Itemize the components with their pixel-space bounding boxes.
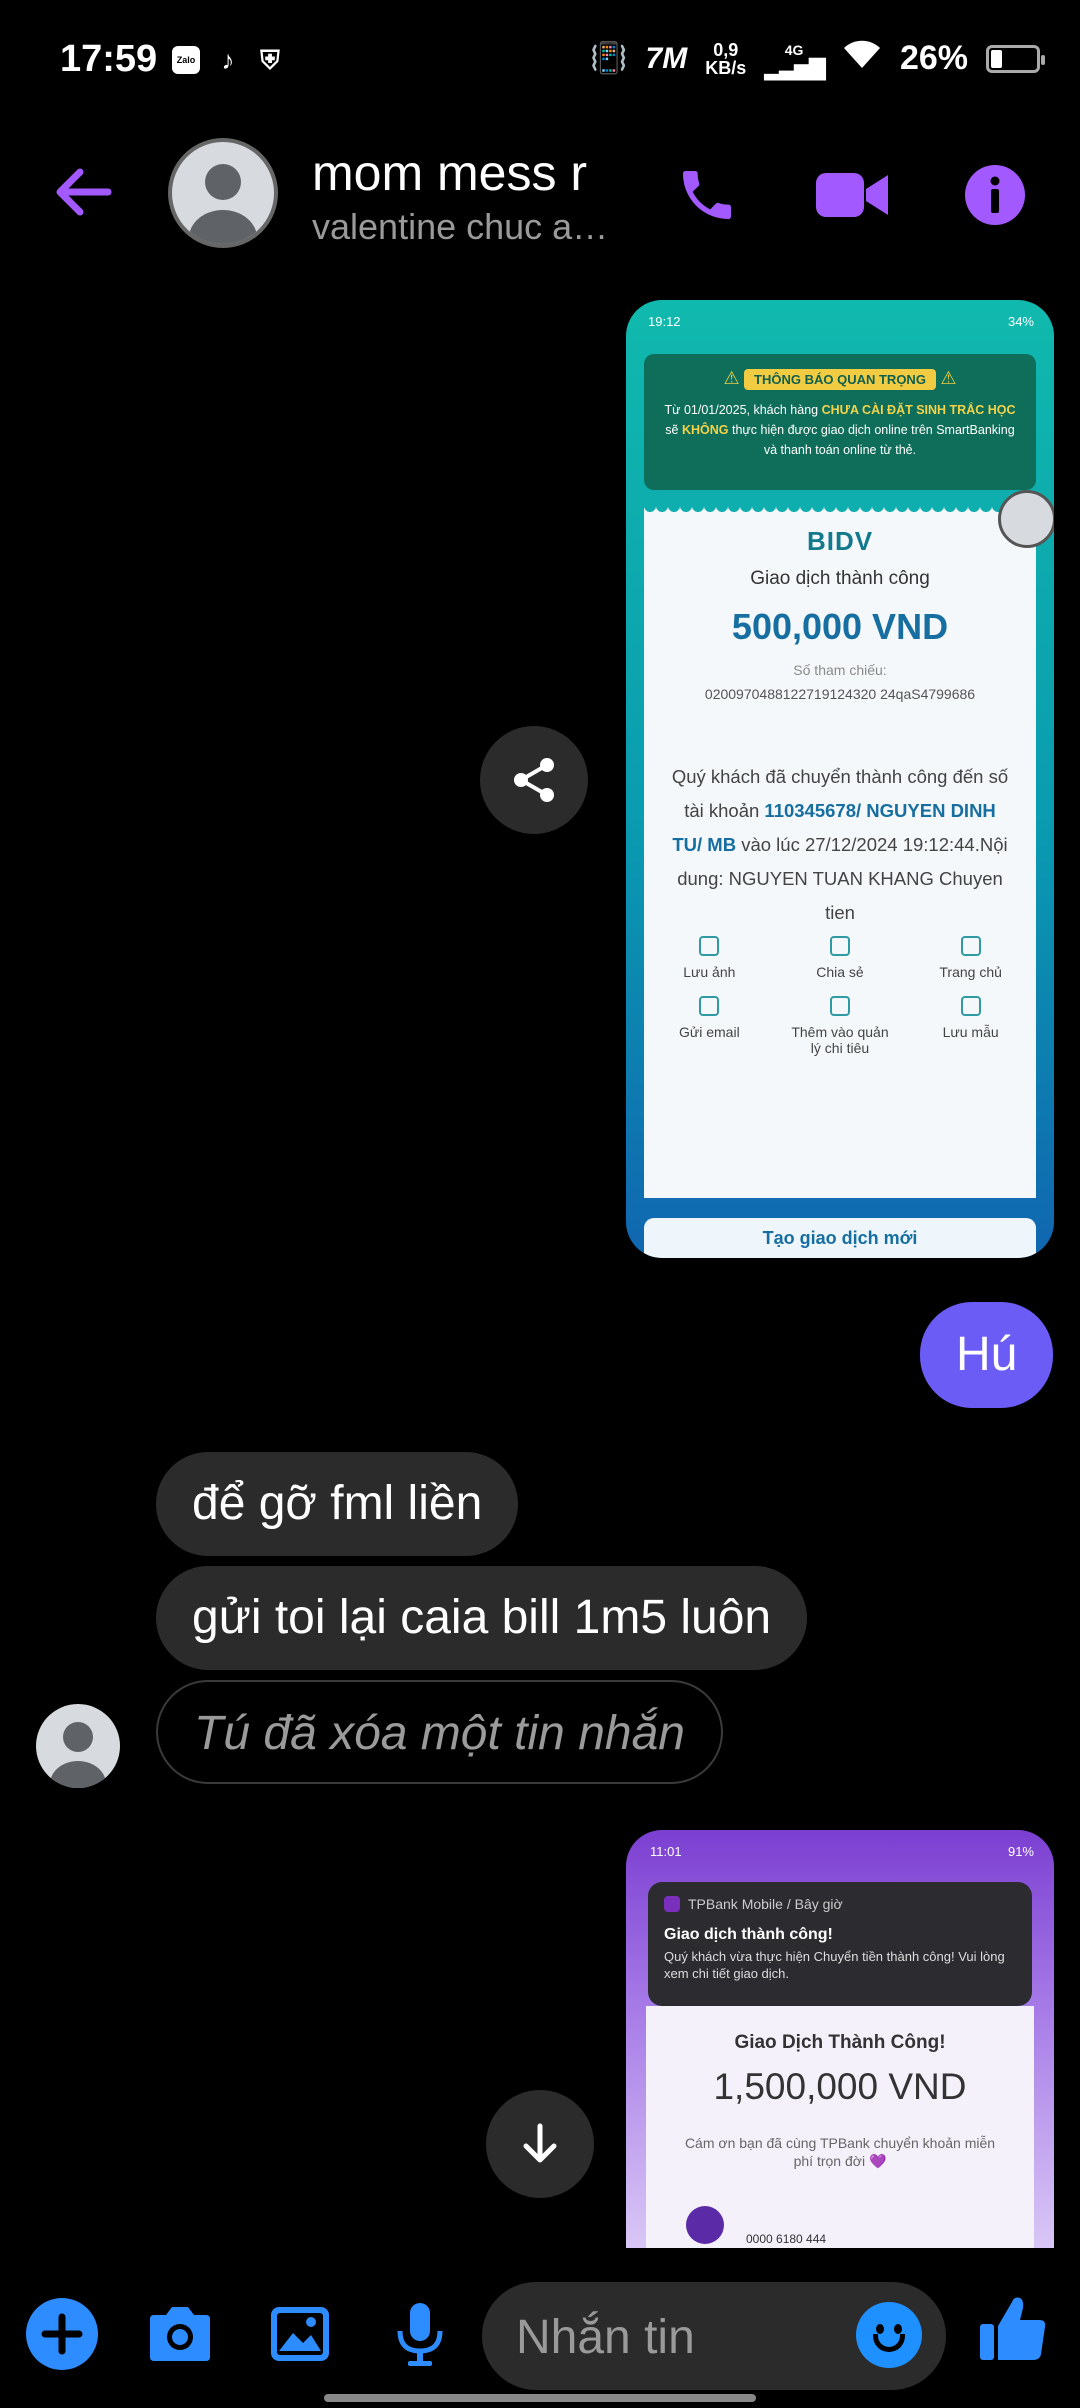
shot1-new-transaction: Tạo giao dịch mới xyxy=(644,1218,1036,1258)
shot1-success-text: Giao dịch thành công xyxy=(750,568,930,589)
back-button[interactable] xyxy=(52,160,116,224)
message-input-placeholder: Nhắn tin xyxy=(516,2311,695,2364)
video-call-button[interactable] xyxy=(812,160,892,230)
contact-name[interactable]: mom mess r xyxy=(312,144,587,202)
shot1-action: Lưu mẫu xyxy=(916,996,1026,1056)
shot1-actions-row1: Lưu ảnh Chia sẻ Trang chủ xyxy=(644,936,1036,980)
share-icon xyxy=(514,758,554,802)
email-icon xyxy=(699,996,720,1016)
shot1-description: Quý khách đã chuyển thành công đến số tà… xyxy=(671,766,1009,923)
voice-call-button[interactable] xyxy=(672,160,742,230)
shot1-actions-row2: Gửi email Thêm vào quản lý chi tiêu Lưu … xyxy=(644,996,1036,1056)
shot1-amount: 500,000 VND xyxy=(731,606,949,647)
clipboard-icon xyxy=(829,996,850,1016)
signal-icon: 4G ▂▃▅▇ xyxy=(764,41,826,80)
info-button[interactable] xyxy=(960,160,1030,230)
contact-subtitle: valentine chuc a… xyxy=(312,206,609,247)
battery-percent: 26% xyxy=(899,39,968,77)
warning-icon: ⚠ xyxy=(723,368,740,388)
save-image-icon xyxy=(699,936,720,956)
tpbank-app-icon xyxy=(664,1896,680,1912)
message-composer: Nhắn tin xyxy=(0,2268,1080,2408)
shot2-account: 0000 6180 444 xyxy=(746,2232,827,2246)
status-app-icons: Zalo ♪ ⛨ xyxy=(172,46,284,74)
smiley-icon xyxy=(873,2334,905,2352)
status-bar: 17:59 Zalo ♪ ⛨ 📳 7M 0,9 KB/s 4G ▂▃▅▇ 26% xyxy=(0,0,1080,130)
status-time: 17:59 xyxy=(60,38,158,80)
shot2-amount: 1,500,000 VND xyxy=(713,2066,967,2107)
microphone-icon xyxy=(397,2303,443,2366)
battery-icon xyxy=(986,44,1045,73)
wifi-icon xyxy=(842,38,882,79)
gallery-button[interactable] xyxy=(260,2294,340,2374)
shot1-action: Chia sẻ xyxy=(785,936,895,980)
share-icon xyxy=(829,936,850,956)
sender-avatar[interactable] xyxy=(36,1704,120,1788)
default-avatar-icon xyxy=(189,164,257,244)
home-icon xyxy=(960,936,981,956)
shot1-ref: 0200970488122719124320 24qaS4799686 xyxy=(704,686,976,702)
emoji-button[interactable] xyxy=(856,2302,922,2368)
like-button[interactable] xyxy=(968,2284,1058,2374)
shot1-action: Lưu ảnh xyxy=(654,936,764,980)
shot1-action: Trang chủ xyxy=(916,936,1026,980)
add-button[interactable] xyxy=(22,2294,102,2374)
shot2-receipt: Giao Dịch Thành Công! 1,500,000 VND Cám … xyxy=(646,2006,1034,2248)
chat-head-icon xyxy=(998,490,1054,548)
image-icon xyxy=(271,2307,329,2361)
warning-icon: ⚠ xyxy=(940,368,957,388)
shot1-ref-label: Số tham chiếu: xyxy=(793,662,887,678)
zalo-icon: Zalo xyxy=(172,46,200,74)
shot1-action: Thêm vào quản lý chi tiêu xyxy=(785,996,895,1056)
bidv-logo: BIDV xyxy=(806,526,874,556)
image-message-tpbank-receipt[interactable]: 11:01 91% Giao Dịch Thành Công! 1,500,00… xyxy=(626,1830,1054,2248)
scroll-to-bottom-button[interactable] xyxy=(486,2090,594,2198)
shot2-title: Giao Dịch Thành Công! xyxy=(734,2032,946,2053)
net-speed: 0,9 KB/s xyxy=(705,39,747,78)
default-avatar-icon xyxy=(50,1722,106,1788)
info-icon xyxy=(965,165,1025,225)
shot1-notice-banner: ⚠ THÔNG BÁO QUAN TRỌNG ⚠ Từ 01/01/2025, … xyxy=(644,354,1036,490)
voice-record-button[interactable] xyxy=(380,2294,460,2374)
shield-icon: ⛨ xyxy=(260,45,280,75)
sent-message[interactable]: Hú xyxy=(920,1302,1054,1408)
carrier-icon: 7M xyxy=(645,41,688,75)
shot2-notification: TPBank Mobile / Bây giờ Giao dịch thành … xyxy=(648,1882,1032,2006)
tpbank-logo-icon xyxy=(686,2206,724,2244)
back-arrow-icon xyxy=(56,168,112,216)
vibrate-icon: 📳 xyxy=(590,42,628,75)
shot1-action: Gửi email xyxy=(654,996,764,1056)
deleted-message[interactable]: Tú đã xóa một tin nhắn xyxy=(156,1680,723,1784)
status-right: 📳 7M 0,9 KB/s 4G ▂▃▅▇ 26% xyxy=(590,38,1045,80)
received-message[interactable]: để gỡ fml liền xyxy=(156,1452,519,1556)
conversation-header: mom mess r valentine chuc a… xyxy=(0,130,1080,260)
shot1-receipt: BIDV Giao dịch thành công 500,000 VND Số… xyxy=(644,506,1036,1198)
contact-avatar[interactable] xyxy=(168,138,278,248)
received-message[interactable]: gửi toi lại caia bill 1m5 luôn xyxy=(156,1566,808,1670)
template-icon xyxy=(960,996,981,1016)
home-indicator xyxy=(324,2394,756,2402)
shot2-thanks: Cám ơn bạn đã cùng TPBank chuyển khoản m… xyxy=(684,2135,996,2169)
thumbs-up-icon xyxy=(980,2297,1046,2360)
share-button[interactable] xyxy=(480,726,588,834)
plus-icon xyxy=(26,2298,98,2370)
shot2-status-bar: 11:01 91% xyxy=(650,1844,1034,1859)
video-camera-icon xyxy=(816,173,888,217)
camera-button[interactable] xyxy=(140,2294,220,2374)
arrow-down-icon xyxy=(523,2123,557,2163)
phone-icon xyxy=(683,171,731,219)
message-input[interactable]: Nhắn tin xyxy=(482,2282,946,2390)
tiktok-icon: ♪ xyxy=(221,45,235,75)
shot1-status-bar: 19:12 34% xyxy=(648,314,1034,329)
image-message-bidv-receipt[interactable]: 19:12 34% ⚠ THÔNG BÁO QUAN TRỌNG ⚠ Từ 01… xyxy=(626,300,1054,1258)
camera-icon xyxy=(150,2307,210,2361)
